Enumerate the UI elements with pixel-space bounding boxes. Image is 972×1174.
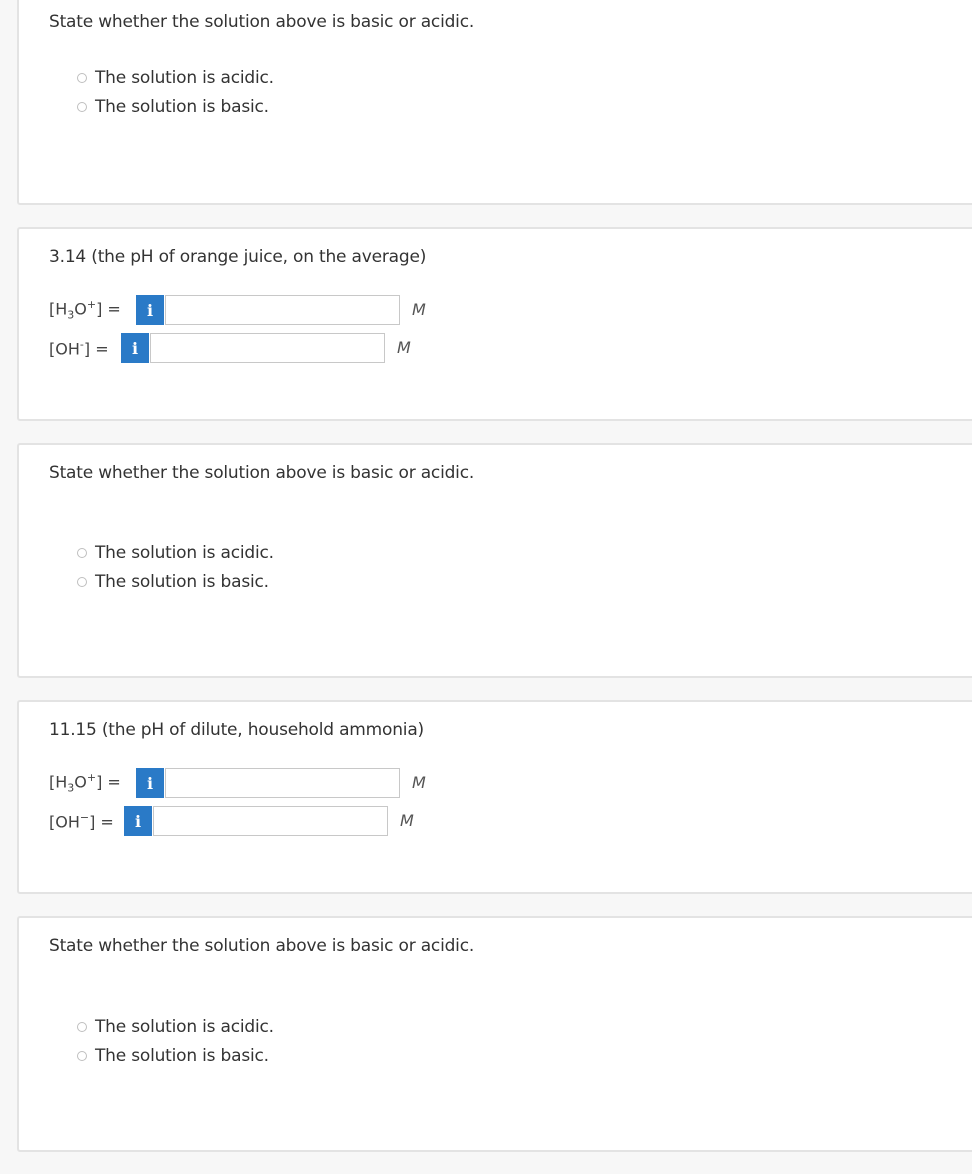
radio-button[interactable] [77,1022,87,1032]
info-icon[interactable]: i [124,806,152,836]
question-card-3: State whether the solution above is basi… [17,443,972,678]
radio-button[interactable] [77,548,87,558]
h3o-input[interactable] [165,768,400,798]
option-label: The solution is acidic. [95,1017,274,1037]
h3o-label: [H3O+] = [49,771,121,795]
unit-label: M [397,338,411,357]
info-icon[interactable]: i [121,333,149,363]
oh-input[interactable] [150,333,385,363]
radio-button[interactable] [77,1051,87,1061]
page: State whether the solution above is basi… [0,0,972,1174]
option-label: The solution is acidic. [95,543,274,563]
h3o-row: [H3O+] = i M [49,295,469,325]
oh-row: [OH-] = i M [49,333,469,363]
question-prompt: State whether the solution above is basi… [49,463,475,483]
question-prompt: 11.15 (the pH of dilute, household ammon… [49,720,424,740]
oh-label: [OH-] = [49,337,109,359]
radio-button[interactable] [77,577,87,587]
h3o-input[interactable] [165,295,400,325]
option-label: The solution is basic. [95,572,269,592]
info-icon[interactable]: i [136,768,164,798]
option-label: The solution is acidic. [95,68,274,88]
radio-button[interactable] [77,73,87,83]
option-acidic[interactable]: The solution is acidic. [77,1017,274,1037]
question-card-4: 11.15 (the pH of dilute, household ammon… [17,700,972,894]
question-prompt: State whether the solution above is basi… [49,936,475,956]
option-basic[interactable]: The solution is basic. [77,572,269,592]
unit-label: M [412,300,426,319]
info-icon[interactable]: i [136,295,164,325]
question-card-2: 3.14 (the pH of orange juice, on the ave… [17,227,972,421]
option-label: The solution is basic. [95,97,269,117]
unit-label: M [412,773,426,792]
question-card-1: State whether the solution above is basi… [17,0,972,205]
unit-label: M [400,811,414,830]
h3o-label: [H3O+] = [49,298,121,322]
question-card-5: State whether the solution above is basi… [17,916,972,1152]
oh-row: [OH−] = i M [49,806,469,836]
option-basic[interactable]: The solution is basic. [77,97,269,117]
option-acidic[interactable]: The solution is acidic. [77,68,274,88]
question-prompt: State whether the solution above is basi… [49,12,475,32]
question-prompt: 3.14 (the pH of orange juice, on the ave… [49,247,427,267]
option-basic[interactable]: The solution is basic. [77,1046,269,1066]
h3o-row: [H3O+] = i M [49,768,469,798]
radio-button[interactable] [77,102,87,112]
oh-input[interactable] [153,806,388,836]
option-label: The solution is basic. [95,1046,269,1066]
oh-label: [OH−] = [49,810,114,832]
option-acidic[interactable]: The solution is acidic. [77,543,274,563]
